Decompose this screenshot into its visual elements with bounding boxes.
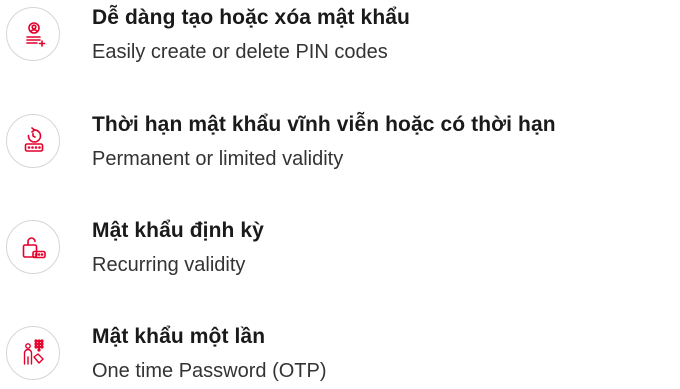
feature-subtitle: Recurring validity	[92, 254, 246, 276]
feature-item-otp: Mật khẩu một lần One time Password (OTP)	[0, 319, 680, 389]
feature-subtitle: Permanent or limited validity	[92, 148, 344, 170]
feature-item-create-delete-pin: Dễ dàng tạo hoặc xóa mật khẩu Easily cre…	[0, 0, 680, 70]
feature-subtitle: Easily create or delete PIN codes	[92, 41, 388, 63]
add-remove-user-list-icon	[6, 7, 60, 61]
feature-title: Mật khẩu một lần	[92, 325, 266, 348]
feature-title: Dễ dàng tạo hoặc xóa mật khẩu	[92, 6, 410, 29]
feature-item-validity: Thời hạn mật khẩu vĩnh viễn hoặc có thời…	[0, 107, 680, 177]
timer-keypad-icon	[6, 114, 60, 168]
person-keypad-icon	[6, 326, 60, 380]
feature-subtitle: One time Password (OTP)	[92, 360, 327, 382]
feature-title: Thời hạn mật khẩu vĩnh viễn hoặc có thời…	[92, 113, 556, 136]
feature-title: Mật khẩu định kỳ	[92, 219, 264, 242]
lock-keypad-icon	[6, 220, 60, 274]
feature-item-recurring: Mật khẩu định kỳ Recurring validity	[0, 213, 680, 283]
